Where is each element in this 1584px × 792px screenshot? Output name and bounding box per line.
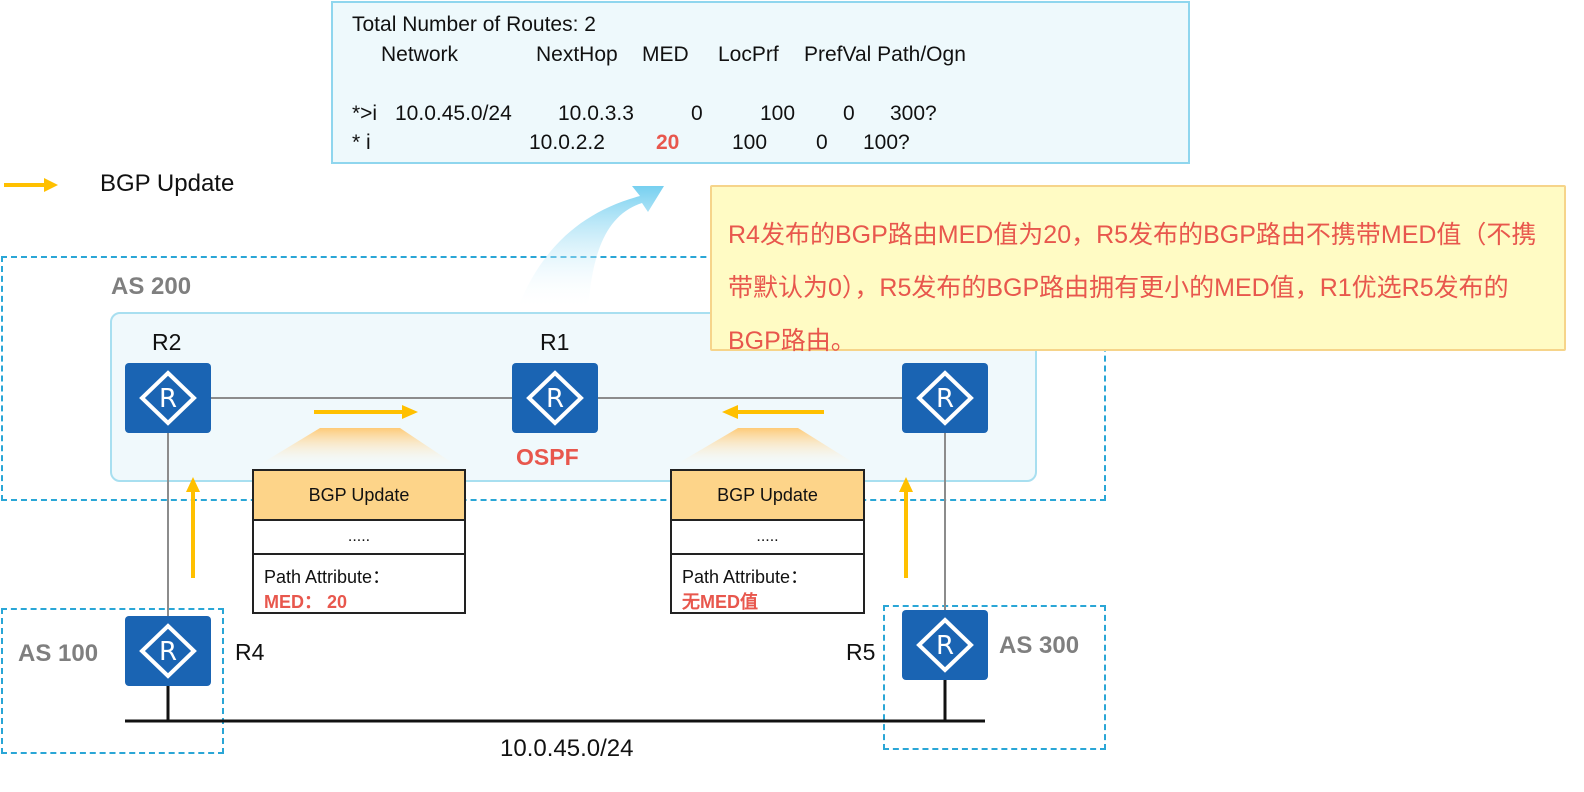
explanation-text: R4发布的BGP路由MED值为20，R5发布的BGP路由不携带MED值（不携带默…: [728, 221, 1537, 355]
bgp-update-right: BGP Update ..... Path Attribute： 无MED值: [670, 469, 865, 614]
update-left-dots: .....: [254, 521, 464, 555]
svg-text:R: R: [546, 384, 564, 414]
bgp-update-left: BGP Update ..... Path Attribute： MED： 20: [252, 469, 466, 614]
svg-text:R: R: [159, 637, 177, 667]
curve-arrow-icon: [517, 186, 664, 310]
explanation-note: R4发布的BGP路由MED值为20，R5发布的BGP路由不携带MED值（不携带默…: [710, 185, 1566, 355]
topology-links: [125, 186, 985, 723]
svg-text:R: R: [936, 631, 954, 661]
router-r2-icon: R: [125, 363, 211, 433]
svg-text:R: R: [936, 384, 954, 414]
update-right-header: BGP Update: [672, 471, 863, 521]
update-right-med: 无MED值: [682, 592, 758, 612]
router-r5-label: R5: [846, 639, 876, 665]
router-r1-icon: R: [512, 363, 598, 433]
update-left-header: BGP Update: [254, 471, 464, 521]
network-label: 10.0.45.0/24: [500, 735, 634, 762]
router-r5-icon: R: [902, 610, 988, 680]
router-r4-icon: R: [125, 616, 211, 686]
router-r2-label: R2: [152, 329, 182, 355]
svg-text:R: R: [159, 384, 177, 414]
router-r1-label: R1: [540, 329, 570, 355]
router-r3-icon: R: [902, 363, 988, 433]
ospf-label: OSPF: [516, 444, 579, 470]
update-right-dots: .....: [672, 521, 863, 555]
router-r4-label: R4: [235, 639, 265, 665]
update-left-attr: Path Attribute：: [264, 567, 391, 587]
update-right-attr: Path Attribute：: [682, 567, 809, 587]
update-left-med: MED： 20: [264, 592, 348, 612]
